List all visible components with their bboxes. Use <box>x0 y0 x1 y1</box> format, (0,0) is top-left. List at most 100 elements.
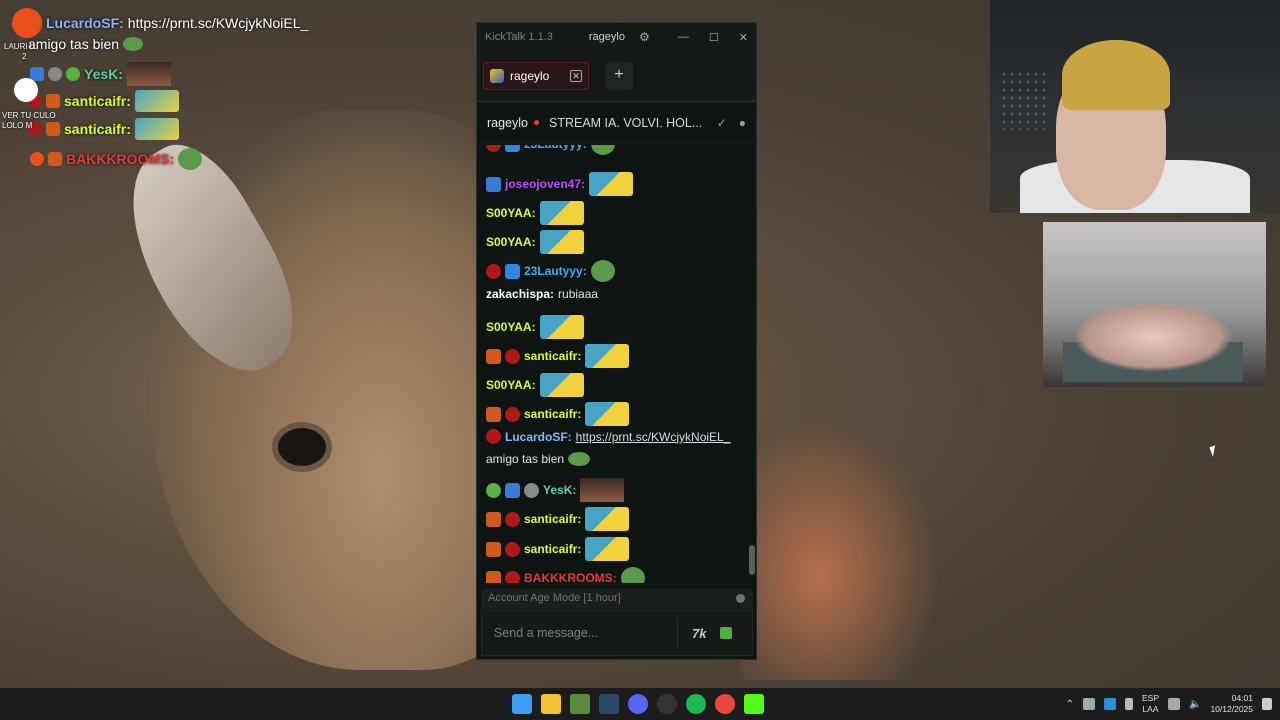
chat-username[interactable]: santicaifr: <box>524 349 581 363</box>
windows-start-icon[interactable] <box>512 694 532 714</box>
chat-username[interactable]: 23Lautyyy: <box>524 145 587 151</box>
close-tab-icon[interactable]: ✕ <box>570 69 582 82</box>
chat-message[interactable]: zakachispa: rubiaaa <box>486 287 598 301</box>
sync-icon[interactable] <box>1082 698 1095 710</box>
emote[interactable] <box>620 567 645 583</box>
badge-red-icon[interactable] <box>505 570 520 583</box>
chat-message[interactable]: YesK: <box>486 478 625 502</box>
chat-username[interactable]: BAKKKROOMS: <box>524 571 617 583</box>
volume-icon[interactable]: 🔈 <box>1189 699 1201 710</box>
badge-mod-icon[interactable] <box>505 541 520 557</box>
badge-sub-icon[interactable] <box>486 570 501 583</box>
chat-message[interactable]: S00YAA: <box>486 315 584 339</box>
chat-scrollbar[interactable] <box>748 145 756 583</box>
badge-mod-icon[interactable] <box>505 511 520 527</box>
badge-sub-icon[interactable] <box>486 348 501 364</box>
badge-gift-icon[interactable] <box>505 263 520 279</box>
chat-username[interactable]: S00YAA: <box>486 206 536 220</box>
chrome-icon[interactable] <box>715 694 735 714</box>
file-explorer-icon[interactable] <box>541 694 561 714</box>
network-icon[interactable] <box>1168 698 1180 710</box>
badge-gray-icon[interactable] <box>524 482 539 498</box>
steam-icon[interactable] <box>599 694 619 714</box>
user-icon[interactable]: ● <box>739 116 746 130</box>
channel-name[interactable]: rageylo <box>487 116 528 130</box>
kick-icon[interactable] <box>744 694 764 714</box>
emote[interactable] <box>585 507 630 531</box>
chat-username[interactable]: zakachispa: <box>486 287 554 301</box>
emote[interactable] <box>539 315 584 339</box>
badge-sub-icon[interactable] <box>486 406 501 422</box>
chat-message[interactable]: santicaifr: <box>486 402 630 426</box>
chat-message[interactable]: S00YAA: <box>486 373 584 397</box>
chat-message[interactable]: santicaifr: <box>486 507 630 531</box>
badge-mod-icon[interactable] <box>505 406 520 422</box>
chat-username[interactable]: S00YAA: <box>486 235 536 249</box>
language-indicator[interactable]: ESP LAA <box>1142 693 1159 715</box>
kick-emote-button[interactable]: 7k <box>692 626 712 641</box>
emote[interactable] <box>539 201 584 225</box>
close-button[interactable]: ✕ <box>739 31 748 44</box>
scroll-thumb[interactable] <box>749 545 755 575</box>
badge-mod-icon[interactable] <box>486 145 501 152</box>
chat-username[interactable]: santicaifr: <box>524 542 581 556</box>
chat-username[interactable]: S00YAA: <box>486 320 536 334</box>
info-icon[interactable] <box>736 594 745 603</box>
minecraft-icon[interactable] <box>570 694 590 714</box>
chat-message[interactable]: santicaifr: <box>486 344 630 368</box>
gear-icon[interactable]: ⚙ <box>639 30 650 44</box>
chat-message[interactable]: BAKKKROOMS: <box>486 567 645 583</box>
emote[interactable] <box>585 344 630 368</box>
chat-message[interactable]: LucardoSF: https://prnt.sc/KWcjykNoiEL_ am… <box>486 429 744 466</box>
emote[interactable] <box>539 230 584 254</box>
chat-input[interactable] <box>482 611 677 655</box>
chat-username[interactable]: LucardoSF: <box>505 430 572 444</box>
microphone-icon[interactable] <box>1124 698 1133 710</box>
badge-mod-icon[interactable] <box>486 263 501 279</box>
emote[interactable] <box>568 452 591 466</box>
chat-message[interactable]: S00YAA: <box>486 201 584 225</box>
badge-green-icon[interactable] <box>486 482 501 498</box>
add-tab-button[interactable]: + <box>605 61 633 90</box>
chat-username[interactable]: YesK: <box>543 483 576 497</box>
emote[interactable] <box>585 537 630 561</box>
chat-link[interactable]: https://prnt.sc/KWcjykNoiEL_ <box>576 430 731 444</box>
title-bar[interactable]: KickTalk 1.1.3 rageylo ⚙ — ☐ ✕ <box>477 23 756 51</box>
chat-username[interactable]: santicaifr: <box>524 512 581 526</box>
maximize-button[interactable]: ☐ <box>709 31 719 44</box>
chevron-up-icon[interactable]: ⌃ <box>1066 699 1074 710</box>
badge-sub-icon[interactable] <box>486 541 501 557</box>
badge-blue-icon[interactable] <box>486 176 501 192</box>
tab-rageylo[interactable]: rageylo ✕ <box>483 61 589 90</box>
chat-username[interactable]: joseojoven47: <box>505 177 585 191</box>
emote[interactable] <box>585 402 630 426</box>
emote-picker-icon[interactable] <box>720 627 732 639</box>
emote[interactable] <box>590 260 615 282</box>
spotify-icon[interactable] <box>686 694 706 714</box>
badge-mod-icon[interactable] <box>505 348 520 364</box>
chat-message[interactable]: santicaifr: <box>486 537 630 561</box>
shield-icon[interactable] <box>1103 698 1116 710</box>
chat-username[interactable]: S00YAA: <box>486 378 536 392</box>
discord-icon[interactable] <box>628 694 648 714</box>
notification-icon[interactable] <box>1262 698 1272 710</box>
emote[interactable] <box>539 373 584 397</box>
obs-icon[interactable] <box>657 694 677 714</box>
badge-sub-icon[interactable] <box>486 511 501 527</box>
clock[interactable]: 04:01 10/12/2025 <box>1210 693 1253 715</box>
chat-message[interactable]: joseojoven47: <box>486 172 634 196</box>
badge-red-icon[interactable] <box>486 429 501 444</box>
chat-username[interactable]: 23Lautyyy: <box>524 264 587 278</box>
emote[interactable] <box>589 172 634 196</box>
chat-message[interactable]: S00YAA: <box>486 230 584 254</box>
minimize-button[interactable]: — <box>678 31 689 44</box>
chat-message[interactable]: 23Lautyyy: <box>486 260 615 282</box>
chat-messages[interactable]: 23Lautyyy: joseojoven47: S00YAA: S00YAA: 23L… <box>477 145 749 583</box>
chat-message[interactable]: 23Lautyyy: <box>486 145 615 155</box>
emote[interactable] <box>590 145 615 155</box>
emote[interactable] <box>580 478 625 502</box>
badge-gift-icon[interactable] <box>505 145 520 152</box>
badge-blue-icon[interactable] <box>505 482 520 498</box>
chat-username[interactable]: santicaifr: <box>524 407 581 421</box>
pin-icon[interactable]: ✓ <box>717 116 727 130</box>
